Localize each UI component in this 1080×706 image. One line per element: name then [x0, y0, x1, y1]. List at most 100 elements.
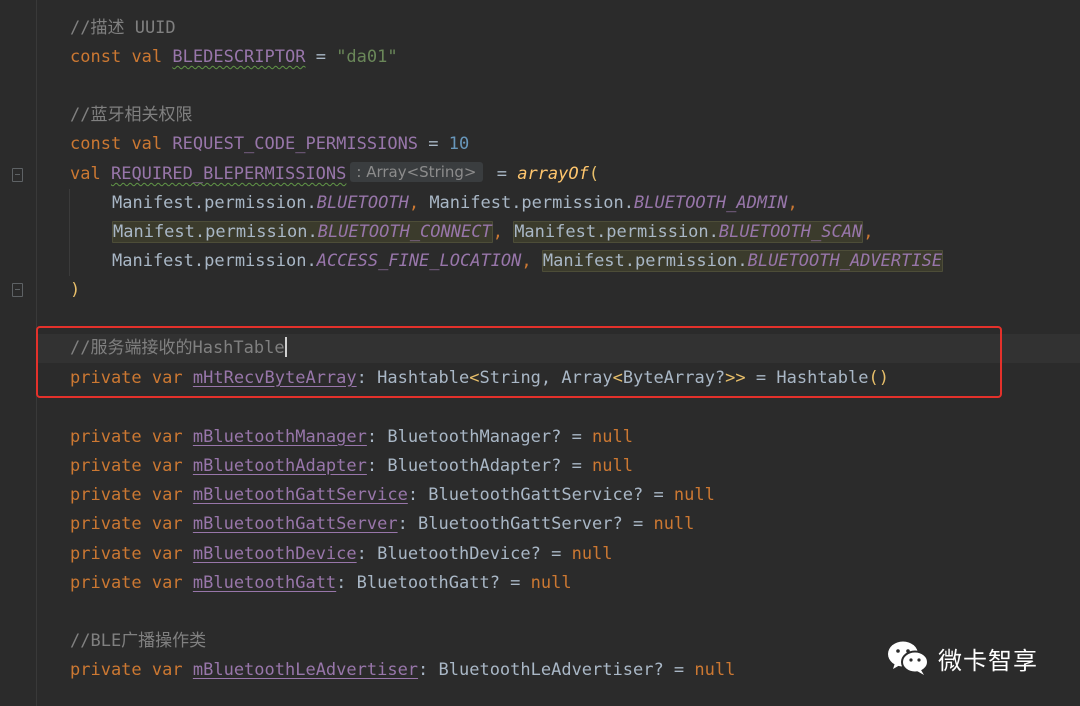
annotation-highlight-box — [36, 326, 1002, 398]
static-field: BLUETOOTH_ADMIN — [634, 193, 788, 213]
warning-highlight: Manifest.permission.BLUETOOTH_CONNECT — [112, 221, 493, 243]
property-name: mBluetoothDevice — [192, 544, 357, 564]
operator: = — [305, 47, 337, 67]
code-line-5: val REQUIRED_BLEPERMISSIONS: Array<Strin… — [70, 160, 599, 189]
keyword: private — [70, 514, 142, 534]
warning-highlight: Manifest.permission.BLUETOOTH_SCAN — [513, 221, 864, 243]
null-literal: null — [694, 660, 736, 680]
null-literal: null — [673, 485, 715, 505]
operator: = — [486, 164, 518, 184]
code-line-1: //描述 UUID — [70, 14, 176, 43]
function-call: arrayOf — [517, 164, 589, 184]
code-line-14: private var mBluetoothGattService: Bluet… — [70, 481, 715, 510]
watermark: 微卡智享 — [886, 636, 1038, 680]
qualifier: Manifest.permission. — [112, 193, 317, 213]
code-line-19: private var mBluetoothLeAdvertiser: Blue… — [70, 656, 735, 685]
static-field: BLUETOOTH_SCAN — [718, 222, 863, 242]
code-line-18: //BLE广播操作类 — [70, 627, 206, 656]
property-name: mBluetoothGattService — [192, 485, 408, 505]
qualifier: Manifest.permission. — [514, 222, 719, 242]
code-line-8: Manifest.permission.ACCESS_FINE_LOCATION… — [112, 247, 944, 276]
keyword: var — [151, 544, 183, 564]
null-literal: null — [592, 456, 633, 476]
code-line-4: const val REQUEST_CODE_PERMISSIONS = 10 — [70, 130, 469, 159]
comment: //描述 UUID — [70, 18, 176, 38]
keyword: private — [70, 485, 142, 505]
fold-end-icon[interactable] — [12, 283, 23, 297]
property-name: mBluetoothManager — [192, 427, 367, 447]
code-line-7: Manifest.permission.BLUETOOTH_CONNECT, M… — [112, 218, 873, 247]
static-field: BLUETOOTH_CONNECT — [317, 222, 492, 242]
bracket: ( — [588, 164, 600, 184]
property-name: mBluetoothGatt — [192, 573, 337, 593]
operator: = — [418, 134, 449, 154]
keyword: var — [151, 514, 183, 534]
keyword: var — [151, 485, 183, 505]
code-line-15: private var mBluetoothGattServer: Blueto… — [70, 510, 694, 539]
keyword: private — [70, 427, 142, 447]
qualifier: Manifest.permission. — [112, 251, 317, 271]
keyword: var — [151, 427, 183, 447]
comment: //蓝牙相关权限 — [70, 105, 193, 125]
constant-name: REQUEST_CODE_PERMISSIONS — [172, 134, 419, 154]
type-annotation: : BluetoothDevice? = — [356, 544, 572, 564]
keyword: private — [70, 573, 142, 593]
keyword: val — [131, 134, 163, 154]
static-field: BLUETOOTH — [316, 193, 409, 213]
qualifier: Manifest.permission. — [542, 251, 748, 271]
null-literal: null — [571, 544, 613, 564]
type-annotation: : BluetoothManager? = — [366, 427, 593, 447]
fold-start-icon[interactable] — [12, 168, 23, 182]
type-annotation: : BluetoothGatt? = — [336, 573, 531, 593]
number-literal: 10 — [448, 134, 470, 154]
keyword: const — [70, 134, 122, 154]
wechat-icon — [888, 641, 929, 675]
type-annotation: : BluetoothAdapter? = — [366, 456, 593, 476]
editor-gutter — [0, 0, 36, 706]
comment: //BLE广播操作类 — [70, 631, 207, 651]
null-literal: null — [592, 427, 633, 447]
code-line-6: Manifest.permission.BLUETOOTH, Manifest.… — [112, 189, 798, 218]
indent-guide — [69, 189, 70, 276]
keyword: var — [151, 660, 183, 680]
separator: , — [787, 193, 798, 213]
keyword: private — [70, 544, 142, 564]
qualifier: Manifest.permission. — [429, 193, 635, 213]
keyword: private — [70, 660, 142, 680]
static-field: BLUETOOTH_ADVERTISE — [747, 251, 943, 271]
string-literal: "da01" — [336, 47, 398, 67]
code-line-12: private var mBluetoothManager: Bluetooth… — [70, 423, 633, 452]
keyword: var — [151, 456, 183, 476]
keyword: private — [70, 456, 142, 476]
property-name: mBluetoothAdapter — [192, 456, 367, 476]
type-annotation: : BluetoothGattService? = — [407, 485, 674, 505]
warning-highlight: Manifest.permission.BLUETOOTH_ADVERTISE — [541, 250, 944, 272]
null-literal: null — [653, 514, 695, 534]
code-line-13: private var mBluetoothAdapter: Bluetooth… — [70, 452, 633, 481]
constant-name: REQUIRED_BLEPERMISSIONS — [110, 164, 347, 184]
watermark-text: 微卡智享 — [938, 646, 1038, 675]
property-name: mBluetoothGattServer — [192, 514, 398, 534]
keyword: val — [70, 164, 101, 184]
qualifier: Manifest.permission. — [113, 222, 318, 242]
code-line-2: const val BLEDESCRIPTOR = "da01" — [70, 43, 398, 72]
type-annotation: : BluetoothLeAdvertiser? = — [418, 660, 695, 680]
keyword: const — [70, 47, 122, 67]
keyword: val — [131, 47, 163, 67]
bracket: ) — [70, 280, 81, 300]
separator: , — [863, 222, 874, 242]
separator: , — [492, 222, 514, 242]
type-annotation: : BluetoothGattServer? = — [397, 514, 654, 534]
keyword: var — [151, 573, 183, 593]
code-line-17: private var mBluetoothGatt: BluetoothGat… — [70, 569, 572, 598]
code-line-3: //蓝牙相关权限 — [70, 101, 192, 130]
constant-name: BLEDESCRIPTOR — [172, 47, 306, 67]
code-line-9: ) — [70, 276, 80, 305]
property-name: mBluetoothLeAdvertiser — [192, 660, 419, 680]
code-line-16: private var mBluetoothDevice: BluetoothD… — [70, 540, 613, 569]
separator: , — [521, 251, 542, 271]
type-inlay-hint: : Array<String> — [350, 162, 483, 182]
null-literal: null — [530, 573, 572, 593]
static-field: ACCESS_FINE_LOCATION — [316, 251, 522, 271]
separator: , — [408, 193, 430, 213]
